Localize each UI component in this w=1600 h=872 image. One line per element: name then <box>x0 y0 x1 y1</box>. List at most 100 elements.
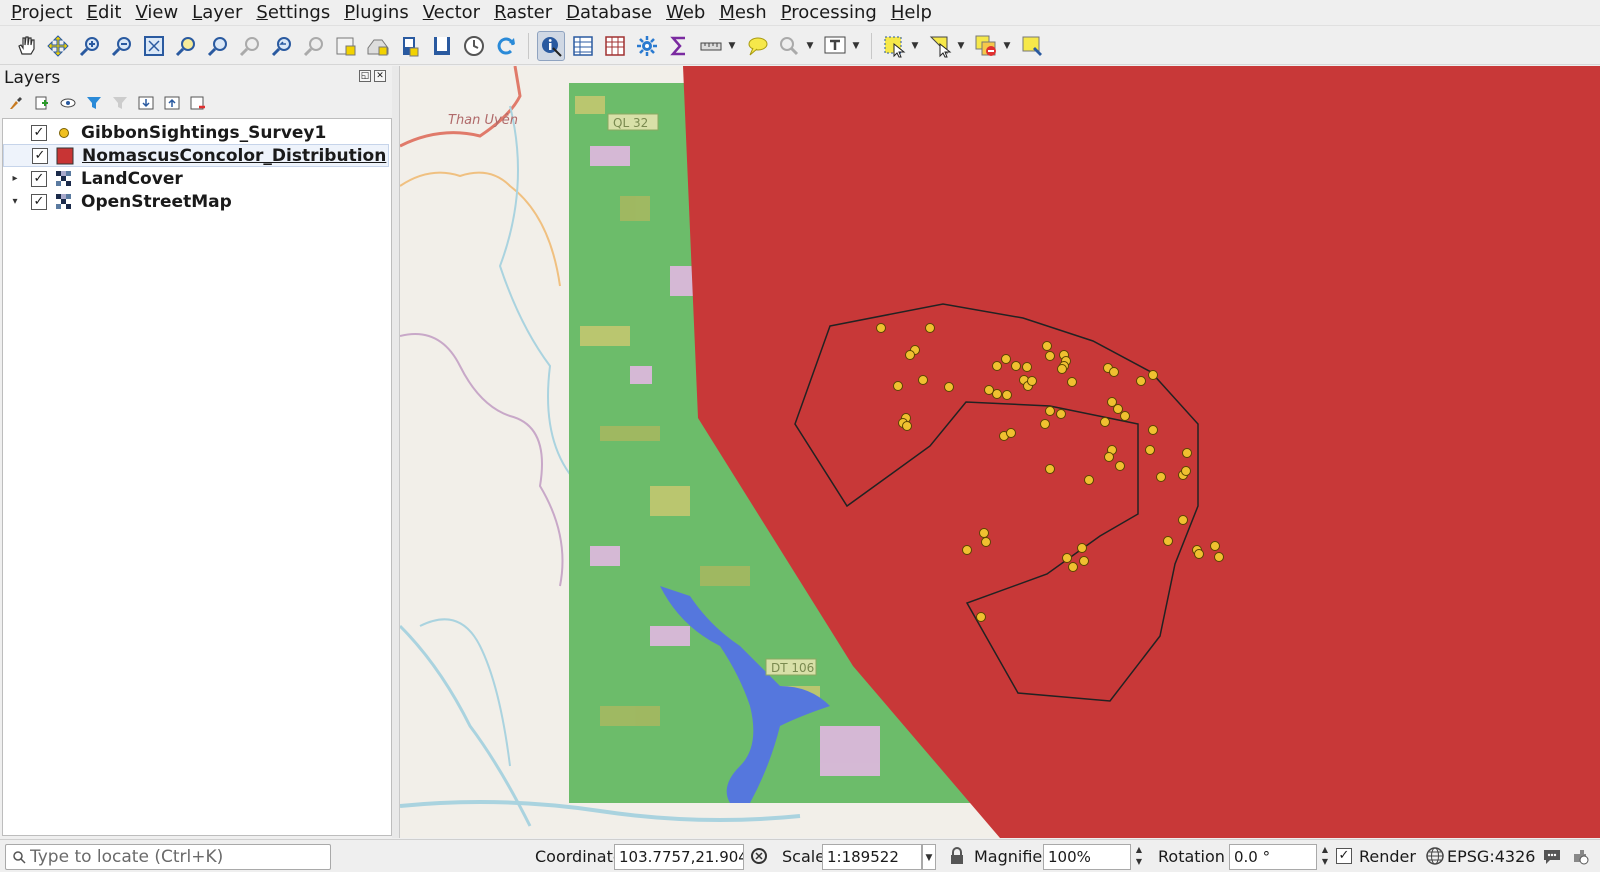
filter-by-expression-icon[interactable] <box>110 93 130 113</box>
gibbon-sighting-point[interactable] <box>1120 411 1130 421</box>
gibbon-sighting-point[interactable] <box>1136 376 1146 386</box>
gibbon-sighting-point[interactable] <box>918 375 928 385</box>
layer-row-landcover[interactable]: ▸ ✓ LandCover <box>3 167 389 190</box>
gibbon-sighting-point[interactable] <box>984 385 994 395</box>
gibbon-sighting-point[interactable] <box>1062 553 1072 563</box>
gibbon-sighting-point[interactable] <box>1214 552 1224 562</box>
gibbon-sighting-point[interactable] <box>1181 466 1191 476</box>
layer-visibility-checkbox[interactable]: ✓ <box>32 147 48 164</box>
gibbon-sighting-point[interactable] <box>1194 549 1204 559</box>
gibbon-sighting-point[interactable] <box>1163 536 1173 546</box>
attribute-table-icon[interactable] <box>569 31 597 61</box>
gibbon-sighting-point[interactable] <box>1067 377 1077 387</box>
lock-icon[interactable] <box>947 846 967 866</box>
map-tips-icon[interactable] <box>743 31 771 61</box>
manage-visibility-icon[interactable] <box>58 93 78 113</box>
gibbon-sighting-point[interactable] <box>1148 425 1158 435</box>
locator-field[interactable] <box>5 844 331 870</box>
gibbon-sighting-point[interactable] <box>981 537 991 547</box>
layer-row-gibbon-sightings[interactable]: ✓ GibbonSightings_Survey1 <box>3 121 389 144</box>
gibbon-sighting-point[interactable] <box>1001 354 1011 364</box>
menu-vector[interactable]: Vector <box>416 0 487 26</box>
statistics-icon[interactable] <box>665 31 693 61</box>
gibbon-sighting-point[interactable] <box>1042 341 1052 351</box>
locator-icon[interactable] <box>775 31 803 61</box>
menu-database[interactable]: Database <box>559 0 659 26</box>
measure-icon[interactable] <box>697 31 725 61</box>
select-features-icon[interactable] <box>880 31 908 61</box>
collapse-all-icon[interactable] <box>162 93 182 113</box>
gibbon-sighting-point[interactable] <box>1100 417 1110 427</box>
menu-plugins[interactable]: Plugins <box>337 0 415 26</box>
gibbon-sighting-point[interactable] <box>1109 367 1119 377</box>
gibbon-sighting-point[interactable] <box>1027 376 1037 386</box>
refresh-icon[interactable] <box>492 31 520 61</box>
gibbon-sighting-point[interactable] <box>1210 541 1220 551</box>
gibbon-sighting-point[interactable] <box>976 612 986 622</box>
temporal-controller-icon[interactable] <box>460 31 488 61</box>
gibbon-sighting-point[interactable] <box>992 361 1002 371</box>
menu-raster[interactable]: Raster <box>487 0 559 26</box>
menu-view[interactable]: View <box>128 0 185 26</box>
layer-row-nomascus-distribution[interactable]: ✓ NomascusConcolor_Distribution <box>3 144 389 167</box>
plugin-update-icon[interactable] <box>1570 846 1590 866</box>
scale-field[interactable]: 1:189522 <box>822 844 922 870</box>
new-map-view-icon[interactable] <box>396 31 424 61</box>
gibbon-sighting-point[interactable] <box>1057 364 1067 374</box>
deselect-dropdown-icon[interactable]: ▼ <box>1002 31 1012 61</box>
layer-visibility-checkbox[interactable]: ✓ <box>31 170 47 187</box>
zoom-last-icon[interactable] <box>268 31 296 61</box>
gibbon-sighting-point[interactable] <box>876 323 886 333</box>
float-panel-icon[interactable]: ◱ <box>359 70 371 82</box>
gibbon-sighting-point[interactable] <box>1148 370 1158 380</box>
deselect-icon[interactable] <box>972 31 1000 61</box>
gibbon-sighting-point[interactable] <box>902 421 912 431</box>
panel-splitter[interactable] <box>392 66 399 838</box>
zoom-next-icon[interactable] <box>300 31 328 61</box>
text-annotation-icon[interactable] <box>821 31 849 61</box>
rotation-spinner-icon[interactable]: ▲ ▼ <box>1318 844 1332 870</box>
gibbon-sighting-point[interactable] <box>893 381 903 391</box>
collapse-arrow-icon[interactable]: ▾ <box>9 196 21 207</box>
gibbon-sighting-point[interactable] <box>1045 464 1055 474</box>
toolbox-icon[interactable] <box>633 31 661 61</box>
magnifier-field[interactable]: 100% <box>1043 844 1131 870</box>
show-bookmarks-panel-icon[interactable] <box>428 31 456 61</box>
zoom-to-selection-icon[interactable] <box>172 31 200 61</box>
close-panel-icon[interactable]: ✕ <box>374 70 386 82</box>
menu-project[interactable]: Project <box>4 0 80 26</box>
select-dropdown-icon[interactable]: ▼ <box>910 31 920 61</box>
gibbon-sighting-point[interactable] <box>1011 361 1021 371</box>
annotation-dropdown-icon[interactable]: ▼ <box>851 31 861 61</box>
layer-visibility-checkbox[interactable]: ✓ <box>31 124 47 141</box>
messages-icon[interactable] <box>1542 846 1562 866</box>
style-manager-icon[interactable] <box>6 93 26 113</box>
gibbon-sighting-point[interactable] <box>979 528 989 538</box>
identify-icon[interactable] <box>537 30 565 61</box>
coordinate-field[interactable]: 103.7757,21.9043 <box>614 844 744 870</box>
filter-legend-icon[interactable] <box>84 93 104 113</box>
locator-dropdown-icon[interactable]: ▼ <box>805 31 815 61</box>
menu-web[interactable]: Web <box>659 0 712 26</box>
gibbon-sighting-point[interactable] <box>1056 409 1066 419</box>
gibbon-sighting-point[interactable] <box>1084 475 1094 485</box>
remove-layer-icon[interactable] <box>188 93 208 113</box>
gibbon-sighting-point[interactable] <box>1022 362 1032 372</box>
select-by-location-icon[interactable] <box>1018 31 1046 61</box>
zoom-out-icon[interactable] <box>108 31 136 61</box>
rotation-field[interactable]: 0.0 ° <box>1229 844 1317 870</box>
gibbon-sighting-point[interactable] <box>1178 515 1188 525</box>
gibbon-sighting-point[interactable] <box>944 382 954 392</box>
toggle-extents-icon[interactable] <box>749 846 769 866</box>
map-canvas[interactable]: Than Uyên QL 32 DT 106 <box>399 66 1600 838</box>
show-bookmarks-icon[interactable] <box>364 31 392 61</box>
gibbon-sighting-point[interactable] <box>1182 448 1192 458</box>
zoom-to-layer-icon[interactable] <box>204 31 232 61</box>
gibbon-sighting-point[interactable] <box>1079 556 1089 566</box>
menu-settings[interactable]: Settings <box>249 0 337 26</box>
zoom-full-icon[interactable] <box>140 31 168 61</box>
gibbon-sighting-point[interactable] <box>1156 472 1166 482</box>
scale-dropdown-icon[interactable]: ▼ <box>922 844 936 870</box>
gibbon-sighting-point[interactable] <box>1006 428 1016 438</box>
zoom-in-icon[interactable] <box>76 31 104 61</box>
